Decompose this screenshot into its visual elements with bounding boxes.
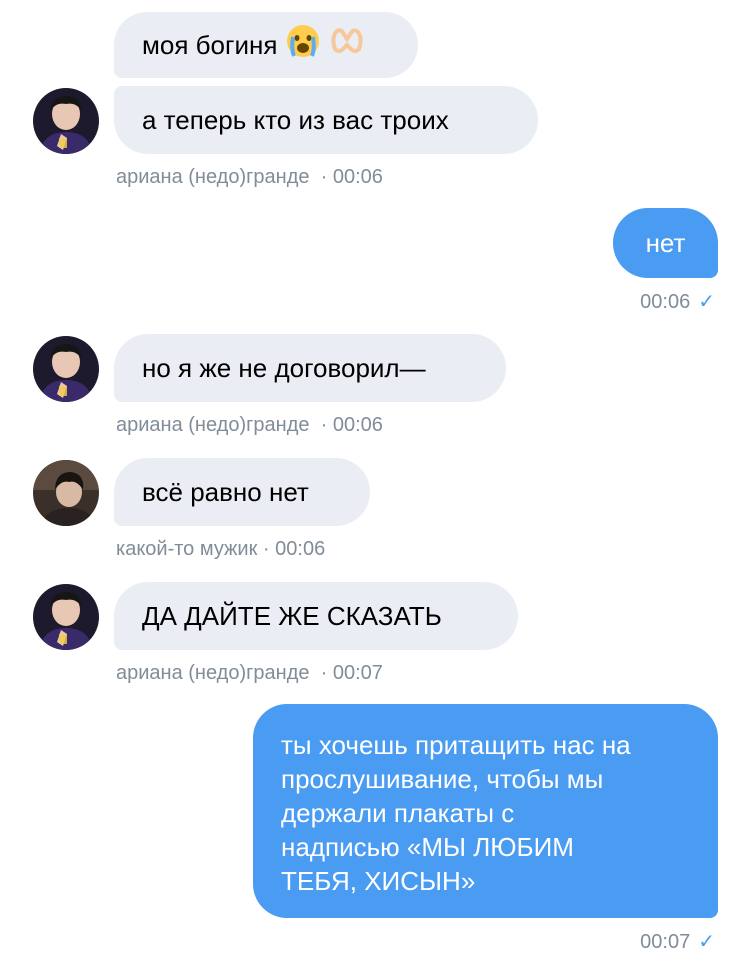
message-meta: 00:07 ✓ bbox=[640, 929, 715, 954]
heart-hands-icon bbox=[329, 23, 365, 67]
message-line: надписью «МЫ ЛЮБИМ bbox=[281, 832, 574, 862]
message-line: ТЕБЯ, ХИСЫН» bbox=[281, 866, 476, 896]
sender-name[interactable]: ариана (недо)гранде bbox=[116, 662, 310, 684]
message-text: но я же не договорил— bbox=[142, 353, 426, 383]
message-time: 00:06 bbox=[640, 291, 691, 313]
message-line: прослушивание, чтобы мы bbox=[281, 764, 604, 794]
message-meta: ариана (недо)гранде · 00:07 bbox=[116, 662, 383, 685]
message-bubble-incoming[interactable]: но я же не договорил— bbox=[114, 334, 506, 402]
message-bubble-outgoing[interactable]: нет bbox=[613, 208, 718, 278]
sender-name[interactable]: ариана (недо)гранде bbox=[116, 414, 310, 436]
message-meta: какой-то мужик · 00:06 bbox=[116, 538, 325, 561]
message-bubble-incoming[interactable]: всё равно нет bbox=[114, 458, 370, 526]
avatar[interactable] bbox=[33, 88, 99, 154]
message-line: держали плакаты с bbox=[281, 798, 515, 828]
avatar[interactable] bbox=[33, 336, 99, 402]
read-check-icon: ✓ bbox=[698, 291, 715, 313]
message-text: ДА ДАЙТЕ ЖЕ СКАЗАТЬ bbox=[142, 601, 442, 631]
sender-name[interactable]: какой-то мужик bbox=[116, 538, 257, 560]
read-check-icon: ✓ bbox=[698, 931, 715, 953]
message-text: всё равно нет bbox=[142, 477, 309, 507]
message-text: нет bbox=[645, 228, 686, 258]
message-time: · 00:06 bbox=[320, 414, 383, 436]
message-text: моя богиня bbox=[142, 30, 278, 60]
message-time: · 00:06 bbox=[262, 538, 326, 560]
message-bubble-incoming[interactable]: моя богиня bbox=[114, 12, 418, 78]
message-line: ты хочешь притащить нас на bbox=[281, 730, 631, 760]
crying-face-icon bbox=[285, 23, 321, 67]
message-meta: ариана (недо)гранде · 00:06 bbox=[116, 166, 383, 189]
message-meta: ариана (недо)гранде · 00:06 bbox=[116, 414, 383, 437]
sender-name[interactable]: ариана (недо)гранде bbox=[116, 166, 310, 188]
message-bubble-outgoing[interactable]: ты хочешь притащить нас на прослушивание… bbox=[253, 704, 718, 918]
message-text: а теперь кто из вас троих bbox=[142, 105, 449, 135]
message-meta: 00:06 ✓ bbox=[640, 289, 715, 314]
avatar[interactable] bbox=[33, 460, 99, 526]
message-time: 00:07 bbox=[640, 931, 691, 953]
message-time: · 00:06 bbox=[320, 166, 383, 188]
message-time: · 00:07 bbox=[320, 662, 383, 684]
avatar[interactable] bbox=[33, 584, 99, 650]
message-bubble-incoming[interactable]: а теперь кто из вас троих bbox=[114, 86, 538, 154]
message-bubble-incoming[interactable]: ДА ДАЙТЕ ЖЕ СКАЗАТЬ bbox=[114, 582, 518, 650]
